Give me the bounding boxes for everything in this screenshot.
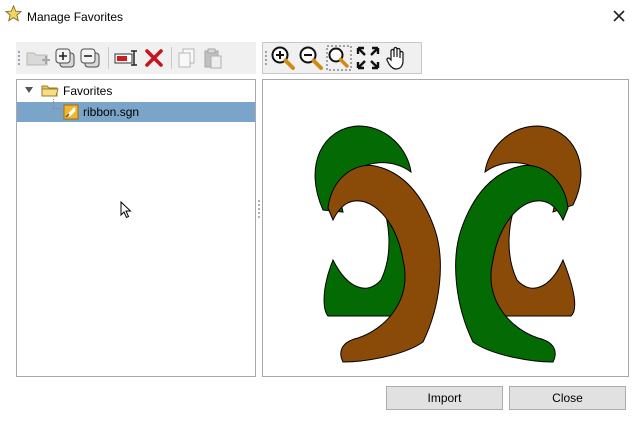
paste-button[interactable] [202, 46, 224, 70]
zoom-out-button[interactable] [298, 46, 324, 70]
tree-node-label: ribbon.sgn [83, 105, 140, 119]
import-button[interactable]: Import [386, 386, 503, 410]
toolbar-grip[interactable] [18, 51, 22, 65]
ribbon-sign-graphic [314, 125, 582, 363]
copy-button[interactable] [176, 46, 198, 70]
collapse-all-icon [80, 48, 100, 68]
zoom-in-icon [271, 46, 295, 70]
toolbar-separator [171, 47, 172, 69]
folder-icon [41, 85, 59, 97]
tree-connector [53, 99, 54, 108]
sign-preview[interactable] [262, 79, 629, 377]
zoom-window-icon [326, 45, 352, 71]
new-folder-button[interactable] [24, 46, 52, 70]
star-icon [5, 5, 22, 22]
expand-all-button[interactable] [53, 46, 77, 70]
collapse-all-button[interactable] [78, 46, 102, 70]
delete-icon [145, 49, 163, 67]
tree-node-label: Favorites [63, 84, 113, 98]
rename-icon [114, 50, 137, 66]
favorites-tree[interactable]: Favorites ribbon.sgn [16, 79, 256, 377]
sign-file-icon [63, 104, 79, 120]
pan-button[interactable] [384, 46, 410, 70]
zoom-window-button[interactable] [326, 45, 352, 71]
new-folder-icon [26, 52, 50, 66]
zoom-extents-button[interactable] [355, 46, 381, 70]
delete-button[interactable] [143, 46, 165, 70]
mouse-cursor-icon [120, 201, 132, 219]
copy-icon [178, 48, 195, 68]
close-icon [613, 10, 625, 22]
toolbar-separator [108, 47, 109, 69]
rename-button[interactable] [112, 46, 142, 70]
left-brown-ribbon-shape [327, 164, 441, 363]
zoom-in-button[interactable] [270, 46, 296, 70]
zoom-extents-icon [356, 46, 380, 70]
tree-node-favorites[interactable]: Favorites [17, 81, 255, 101]
favorites-toolbar [16, 42, 256, 74]
expander-icon[interactable] [25, 87, 33, 93]
close-button[interactable]: Close [509, 386, 626, 410]
pan-hand-icon [386, 46, 404, 70]
close-window-button[interactable] [604, 3, 634, 29]
preview-toolbar [262, 42, 422, 74]
paste-icon [204, 48, 222, 69]
toolbar-grip[interactable] [265, 51, 269, 65]
expand-all-icon [55, 48, 75, 68]
tree-connector [53, 108, 61, 109]
title-bar: Manage Favorites [0, 0, 639, 34]
zoom-out-icon [299, 46, 323, 70]
window-title: Manage Favorites [27, 10, 124, 24]
